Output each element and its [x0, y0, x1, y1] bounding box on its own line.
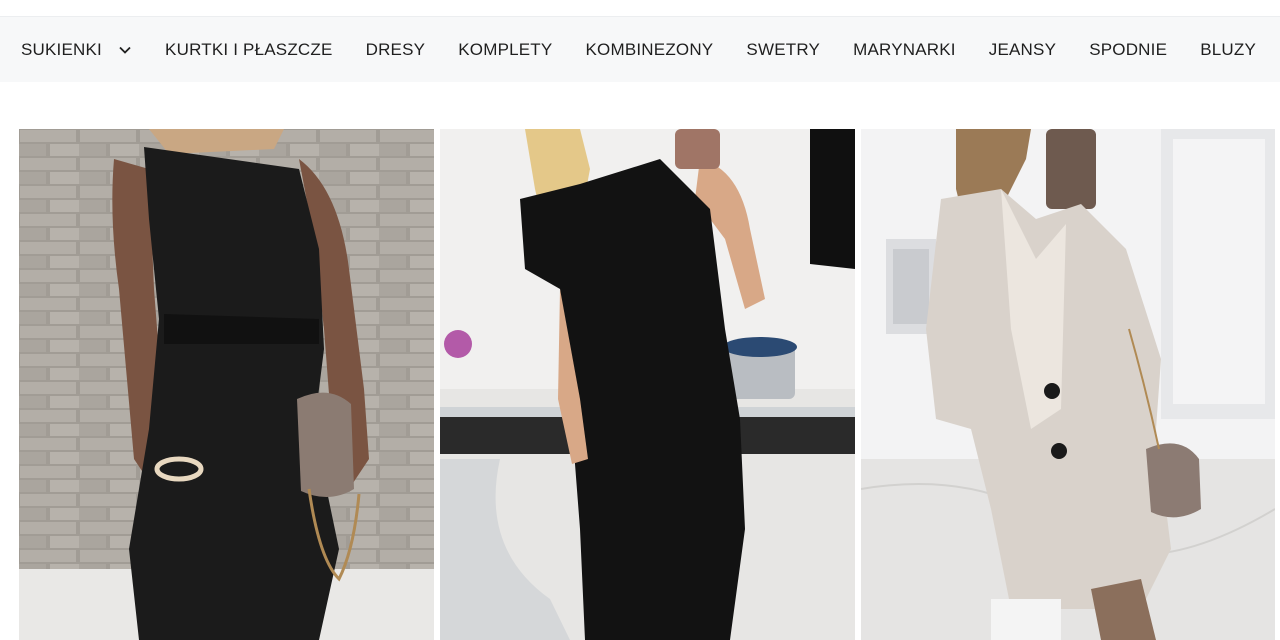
nav-item-sukienki[interactable]: SUKIENKI — [21, 40, 132, 60]
product-card[interactable] — [19, 129, 434, 640]
nav-item-marynarki[interactable]: MARYNARKI — [853, 40, 956, 60]
nav-item-spodnie[interactable]: SPODNIE — [1089, 40, 1167, 60]
nav-item-kombinezony[interactable]: KOMBINEZONY — [586, 40, 714, 60]
nav-item-jeansy[interactable]: JEANSY — [989, 40, 1056, 60]
product-grid — [19, 129, 1275, 640]
nav-item-komplety[interactable]: KOMPLETY — [458, 40, 552, 60]
nav-item-bluzy[interactable]: BLUZY — [1200, 40, 1256, 60]
nav-item-swetry[interactable]: SWETRY — [746, 40, 820, 60]
product-card[interactable] — [440, 129, 855, 640]
product-image[interactable] — [861, 129, 1275, 640]
product-card[interactable] — [861, 129, 1275, 640]
product-image[interactable] — [19, 129, 434, 640]
nav-item-dresy[interactable]: DRESY — [366, 40, 426, 60]
product-image[interactable] — [440, 129, 855, 640]
nav-item-label: SUKIENKI — [21, 39, 102, 59]
nav-item-kurtki-i-plaszcze[interactable]: KURTKI I PŁASZCZE — [165, 40, 332, 60]
top-strip — [0, 0, 1280, 16]
category-nav: SUKIENKI KURTKI I PŁASZCZE DRESY KOMPLET… — [0, 16, 1280, 82]
chevron-down-icon[interactable] — [118, 43, 132, 57]
